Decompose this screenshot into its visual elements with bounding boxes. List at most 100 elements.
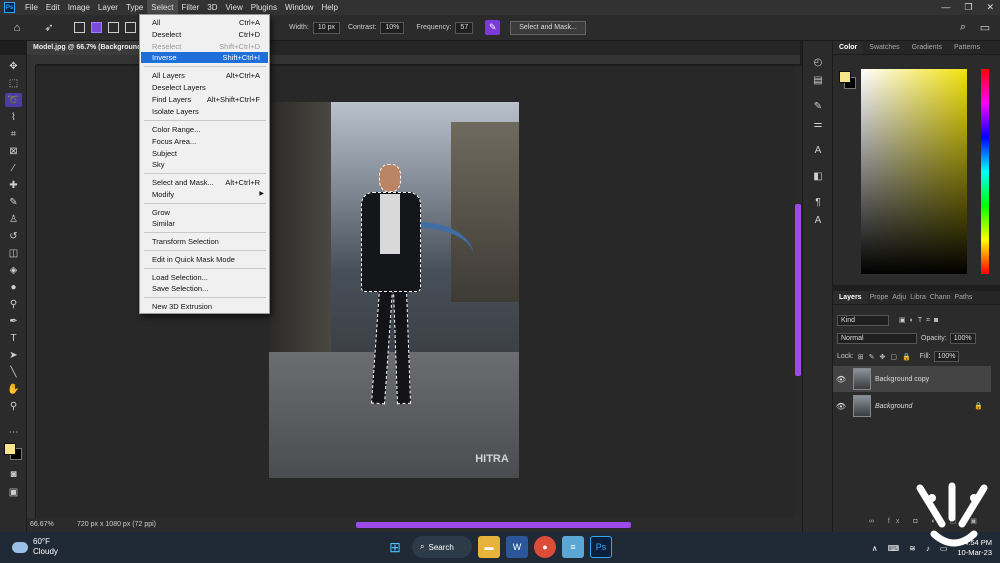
- intersect-selection-icon[interactable]: [125, 22, 136, 33]
- menu-item-all[interactable]: All Ctrl+A: [141, 17, 268, 28]
- paragraph-panel-icon[interactable]: ¶: [811, 195, 825, 209]
- tab-gradients[interactable]: Gradients: [906, 41, 948, 54]
- minimize-button[interactable]: —: [941, 0, 950, 15]
- visibility-eye-icon[interactable]: 👁: [833, 402, 849, 411]
- menu-3d[interactable]: 3D: [203, 0, 221, 15]
- menu-item-all-layers[interactable]: All Layers Alt+Ctrl+A: [141, 70, 268, 81]
- foreground-color-swatch[interactable]: [4, 443, 16, 455]
- paint-bucket-icon[interactable]: ◈: [5, 263, 22, 277]
- lasso-tool-icon[interactable]: ➰: [5, 93, 22, 107]
- taskbar-search[interactable]: ⌕ Search: [412, 536, 472, 558]
- menu-item-save-selection[interactable]: Save Selection...: [141, 283, 268, 294]
- eraser-tool-icon[interactable]: ◫: [5, 246, 22, 260]
- menu-item-grow[interactable]: Grow: [141, 207, 268, 218]
- marquee-tool-icon[interactable]: ⬚: [5, 76, 22, 90]
- tab-patterns[interactable]: Patterns: [948, 41, 986, 54]
- menu-item-quick-mask[interactable]: Edit in Quick Mask Mode: [141, 254, 268, 265]
- fill-field[interactable]: 100%: [933, 351, 960, 362]
- dodge-tool-icon[interactable]: ⚲: [5, 297, 22, 311]
- menu-select[interactable]: Select: [147, 0, 178, 15]
- menu-item-new-3d-extrusion[interactable]: New 3D Extrusion: [141, 301, 268, 312]
- healing-brush-icon[interactable]: ✚: [5, 178, 22, 192]
- menu-help[interactable]: Help: [317, 0, 341, 15]
- file-explorer-icon[interactable]: ▬: [478, 536, 500, 558]
- menu-item-sky[interactable]: Sky: [141, 159, 268, 170]
- menu-item-transform-selection[interactable]: Transform Selection: [141, 236, 268, 247]
- tab-color[interactable]: Color: [833, 41, 864, 54]
- menu-edit[interactable]: Edit: [42, 0, 64, 15]
- horizontal-scroll-thumb[interactable]: [356, 522, 631, 528]
- menu-plugins[interactable]: Plugins: [247, 0, 281, 15]
- quick-mask-icon[interactable]: ◙: [5, 467, 22, 481]
- weather-widget[interactable]: 60°F Cloudy: [12, 537, 58, 557]
- menu-item-inverse[interactable]: Inverse Shift+Ctrl+I: [141, 52, 268, 63]
- home-icon[interactable]: ⌂: [8, 19, 26, 37]
- path-selection-icon[interactable]: ➤: [5, 348, 22, 362]
- menu-image[interactable]: Image: [64, 0, 94, 15]
- maximize-button[interactable]: ❐: [964, 0, 972, 15]
- pen-tool-icon[interactable]: ✒: [5, 314, 22, 328]
- menu-item-load-selection[interactable]: Load Selection...: [141, 272, 268, 283]
- add-selection-icon[interactable]: [91, 22, 102, 33]
- move-tool-icon[interactable]: ✥: [5, 59, 22, 73]
- vertical-scroll-thumb[interactable]: [795, 204, 801, 376]
- menu-type[interactable]: Type: [122, 0, 147, 15]
- menu-view[interactable]: View: [222, 0, 247, 15]
- photoshop-taskbar-icon[interactable]: Ps: [590, 536, 612, 558]
- zoom-tool-icon[interactable]: ⚲: [5, 399, 22, 413]
- blur-tool-icon[interactable]: ●: [5, 280, 22, 294]
- menu-item-select-and-mask[interactable]: Select and Mask... Alt+Ctrl+R: [141, 177, 268, 188]
- tab-paths[interactable]: Paths: [953, 291, 975, 304]
- frequency-field[interactable]: 57: [455, 21, 474, 34]
- eyedropper-tool-icon[interactable]: ⁄: [5, 161, 22, 175]
- quick-selection-tool-icon[interactable]: ⌇: [5, 110, 22, 124]
- vertical-scrollbar[interactable]: [794, 66, 802, 518]
- adjustments-panel-icon[interactable]: ⚌: [811, 117, 825, 131]
- chrome-icon[interactable]: ●: [534, 536, 556, 558]
- layer-filter-select[interactable]: Kind: [837, 315, 889, 326]
- menu-item-color-range[interactable]: Color Range...: [141, 124, 268, 135]
- menu-item-isolate-layers[interactable]: Isolate Layers: [141, 106, 268, 117]
- menu-item-deselect[interactable]: Deselect Ctrl+D: [141, 29, 268, 40]
- select-and-mask-button[interactable]: Select and Mask...: [510, 20, 586, 35]
- search-icon[interactable]: ⌕: [954, 19, 972, 37]
- 3d-panel-icon[interactable]: ◧: [811, 169, 825, 183]
- visibility-eye-icon[interactable]: 👁: [833, 375, 849, 384]
- tab-properties[interactable]: Prope: [868, 291, 891, 304]
- hue-slider[interactable]: [981, 69, 989, 274]
- hand-tool-icon[interactable]: ✋: [5, 382, 22, 396]
- crop-tool-icon[interactable]: ⌗: [5, 127, 22, 141]
- glyphs-panel-icon[interactable]: A: [811, 213, 825, 227]
- history-panel-icon[interactable]: ◴: [811, 55, 825, 69]
- layer-background[interactable]: 👁 Background 🔒: [833, 393, 991, 419]
- blend-mode-select[interactable]: Normal: [837, 333, 917, 344]
- zoom-level[interactable]: 66.67%: [30, 521, 54, 528]
- chevron-up-icon[interactable]: ∧: [872, 544, 878, 553]
- line-tool-icon[interactable]: ╲: [5, 365, 22, 379]
- tab-channels[interactable]: Chann: [928, 291, 953, 304]
- stylus-pressure-icon[interactable]: ✎: [485, 20, 501, 35]
- subtract-selection-icon[interactable]: [108, 22, 119, 33]
- notepad-icon[interactable]: ≡: [562, 536, 584, 558]
- menu-item-subject[interactable]: Subject: [141, 148, 268, 159]
- keyboard-icon[interactable]: ⌨: [888, 544, 900, 553]
- brush-panel-icon[interactable]: ✎: [811, 99, 825, 113]
- tab-libraries[interactable]: Libra: [908, 291, 928, 304]
- magnetic-lasso-icon[interactable]: ➶: [40, 19, 58, 37]
- screen-mode-icon[interactable]: ▣: [5, 485, 22, 499]
- width-field[interactable]: 10 px: [312, 21, 340, 34]
- color-picker-field[interactable]: [861, 69, 967, 274]
- contrast-field[interactable]: 10%: [380, 21, 405, 34]
- menu-item-focus-area[interactable]: Focus Area...: [141, 136, 268, 147]
- workspace-icon[interactable]: ▭: [976, 19, 994, 37]
- more-tools-icon[interactable]: ⋯: [5, 425, 22, 439]
- menu-item-modify[interactable]: Modify ▶: [141, 189, 268, 200]
- menu-filter[interactable]: Filter: [178, 0, 204, 15]
- start-icon[interactable]: ⊞: [384, 536, 406, 558]
- tab-adjustments[interactable]: Adju: [890, 291, 908, 304]
- menu-window[interactable]: Window: [281, 0, 317, 15]
- lock-icons[interactable]: ⊞✎✥▢🔒: [858, 353, 916, 361]
- layer-background-copy[interactable]: 👁 Background copy: [833, 366, 991, 392]
- type-tool-icon[interactable]: T: [5, 331, 22, 345]
- tab-swatches[interactable]: Swatches: [863, 41, 905, 54]
